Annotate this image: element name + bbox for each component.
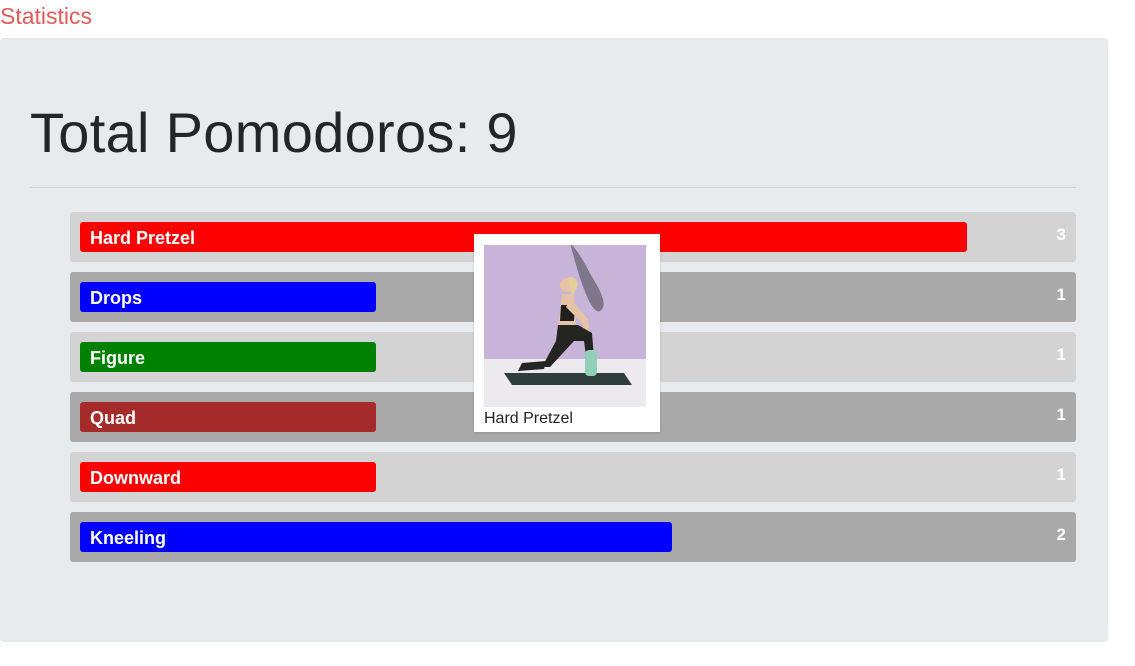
pose-count: 1 — [1056, 405, 1066, 424]
statistics-link[interactable]: Statistics — [0, 2, 92, 30]
pose-tooltip: Hard Pretzel — [474, 234, 660, 432]
pose-bar: Downward — [80, 462, 376, 492]
pose-label: Drops — [90, 288, 143, 308]
pose-count: 1 — [1056, 465, 1066, 484]
pose-label: Quad — [90, 408, 137, 428]
pose-label: Hard Pretzel — [90, 228, 196, 248]
pose-bar: Kneeling — [80, 522, 672, 552]
pose-count: 1 — [1056, 285, 1066, 304]
pose-label: Kneeling — [90, 528, 167, 548]
pose-count: 3 — [1056, 225, 1066, 244]
pose-label: Figure — [90, 348, 146, 368]
tooltip-caption: Hard Pretzel — [484, 410, 573, 427]
pose-row-kneeling[interactable]: Kneeling 2 — [70, 512, 1076, 562]
pose-bar: Quad — [80, 402, 376, 432]
pose-row-downward[interactable]: Downward 1 — [70, 452, 1076, 502]
pose-label: Downward — [90, 468, 182, 488]
pose-count: 1 — [1056, 345, 1066, 364]
total-pomodoros-heading: Total Pomodoros: 9 — [30, 101, 518, 164]
pose-bar: Figure — [80, 342, 376, 372]
divider — [30, 187, 1076, 188]
pose-bar: Drops — [80, 282, 376, 312]
yoga-pose-photo — [484, 245, 646, 407]
pose-count: 2 — [1056, 525, 1066, 544]
